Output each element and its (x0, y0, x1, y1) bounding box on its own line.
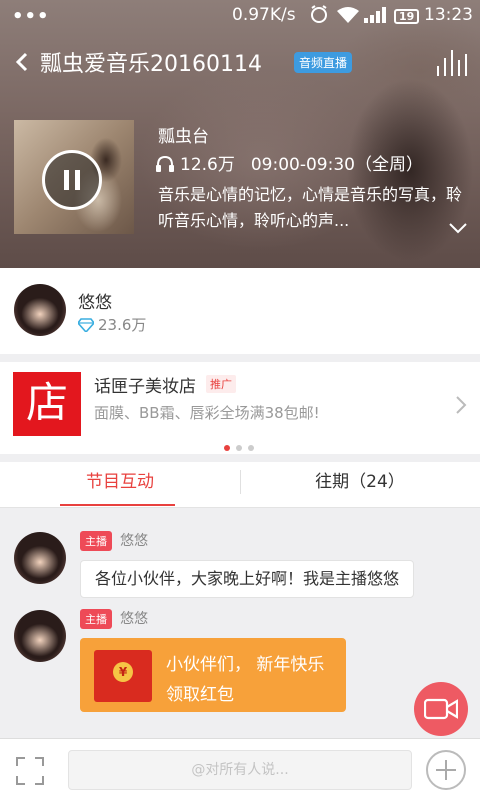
red-packet-message[interactable]: ¥ 小伙伴们， 新年快乐 领取红包 (80, 638, 346, 712)
red-packet-claim: 领取红包 (166, 685, 234, 705)
notification-dots-icon: ••• (12, 6, 50, 27)
host-card[interactable]: 悠悠 23.6万 (0, 268, 480, 354)
message-sender: 悠悠 (120, 533, 148, 549)
battery-icon: 19 (394, 9, 420, 24)
wifi-icon (337, 7, 359, 23)
message-sender: 悠悠 (120, 611, 148, 627)
headphones-icon (156, 155, 174, 172)
host-role-badge: 主播 (80, 609, 112, 629)
red-envelope-icon: ¥ (94, 650, 152, 702)
fans-count: 23.6万 (98, 316, 147, 334)
carousel-dot[interactable] (236, 445, 242, 451)
tab-past-episodes-label: 往期（24） (315, 472, 405, 492)
schedule: 09:00-09:30（全周） (250, 155, 423, 175)
program-description: 音乐是心情的记忆，心情是音乐的写真，聆听音乐心情，聆听心的声... (158, 185, 463, 230)
tab-bar: 节目互动 往期（24） (0, 462, 480, 508)
shop-logo: 店 (13, 372, 81, 436)
message-bubble[interactable]: 各位小伙伴，大家晚上好啊！我是主播悠悠 (80, 560, 415, 598)
coin-icon: ¥ (113, 662, 133, 682)
back-icon[interactable] (12, 48, 32, 76)
status-bar: ••• 0.97K/s 19 13:23 (0, 0, 480, 30)
chevron-right-icon[interactable] (455, 395, 467, 415)
clock: 13:23 (424, 5, 473, 25)
promo-badge: 推广 (206, 375, 236, 393)
video-call-button[interactable] (414, 682, 468, 736)
ad-banner[interactable]: 店 话匣子美妆店 推广 面膜、BB霜、唇彩全场满38包邮! (0, 362, 480, 454)
program-header: ••• 0.97K/s 19 13:23 瓢虫爱音乐20160114 音频直播 … (0, 0, 480, 268)
listener-count: 12.6万 (180, 155, 235, 175)
station-name: 瓢虫台 (158, 127, 209, 147)
host-fans: 23.6万 (76, 314, 147, 335)
alarm-icon (309, 4, 329, 29)
pause-button[interactable] (42, 150, 102, 210)
chevron-down-icon[interactable] (448, 220, 468, 234)
audio-live-badge: 音频直播 (294, 52, 353, 73)
network-speed: 0.97K/s (232, 5, 296, 25)
fullscreen-icon[interactable] (16, 757, 44, 785)
signal-icon (364, 7, 386, 23)
diamond-icon (76, 318, 96, 334)
red-packet-greeting: 小伙伴们， 新年快乐 (166, 655, 325, 675)
host-role-badge: 主播 (80, 531, 112, 551)
ad-subtitle: 面膜、BB霜、唇彩全场满38包邮! (94, 404, 320, 422)
carousel-dot[interactable] (224, 445, 230, 451)
tab-interaction-label: 节目互动 (86, 472, 154, 492)
host-avatar[interactable] (14, 284, 66, 336)
ad-title: 话匣子美妆店 (94, 377, 196, 397)
message-avatar[interactable] (14, 610, 66, 662)
page-title: 瓢虫爱音乐20160114 (40, 52, 262, 77)
program-meta: 12.6万 09:00-09:30（全周） (156, 150, 423, 175)
tab-past-episodes[interactable]: 往期（24） (240, 462, 480, 508)
host-name: 悠悠 (78, 293, 112, 313)
video-camera-icon (424, 698, 458, 720)
nav-bar: 瓢虫爱音乐20160114 音频直播 (0, 40, 480, 84)
carousel-indicator (224, 436, 260, 455)
active-tab-indicator (60, 504, 175, 506)
input-bar (0, 738, 480, 800)
chat-input[interactable] (68, 750, 412, 790)
equalizer-icon[interactable] (436, 50, 468, 76)
carousel-dot[interactable] (248, 445, 254, 451)
chat-area[interactable]: 主播 悠悠 各位小伙伴，大家晚上好啊！我是主播悠悠 主播 悠悠 ¥ 小伙伴们， … (0, 508, 480, 738)
add-button[interactable] (426, 750, 466, 790)
message-avatar[interactable] (14, 532, 66, 584)
tab-interaction[interactable]: 节目互动 (0, 462, 240, 508)
